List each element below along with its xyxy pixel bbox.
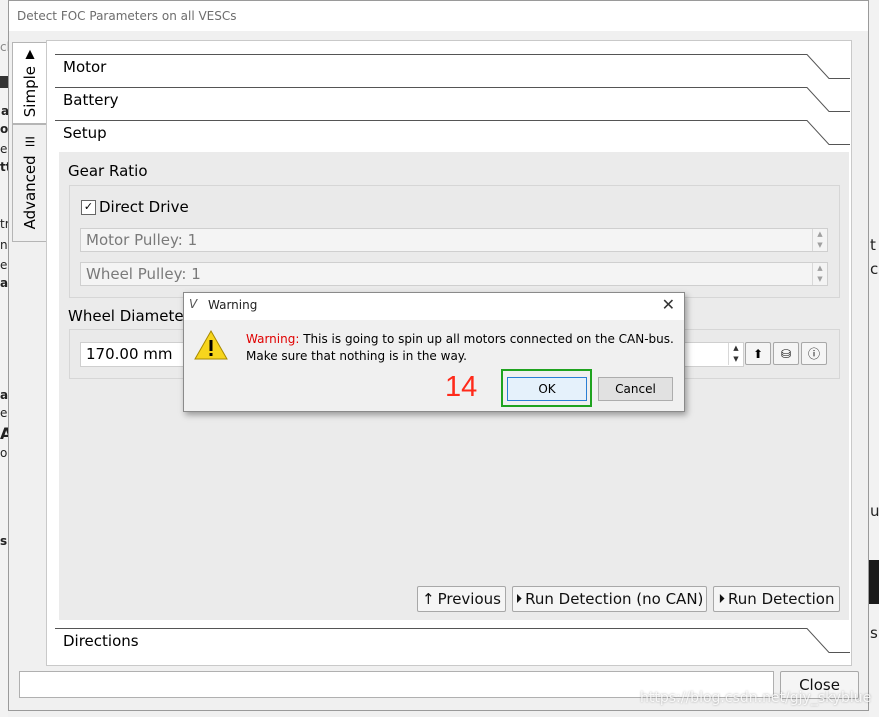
- database-button[interactable]: ⛁: [773, 342, 799, 365]
- cancel-label: Cancel: [615, 382, 656, 396]
- warning-icon: [194, 329, 228, 360]
- section-motor[interactable]: Motor: [55, 54, 850, 87]
- bg-fragment: ut: [870, 502, 879, 520]
- upload-button[interactable]: ⬆: [745, 342, 771, 365]
- previous-button[interactable]: ↑ Previous: [417, 586, 506, 612]
- bg-dark-block: [869, 560, 879, 604]
- title-bar: Detect FOC Parameters on all VESCs: [9, 1, 868, 31]
- tab-advanced-label: Advanced: [20, 155, 39, 230]
- help-icon: ⓘ: [807, 347, 820, 361]
- window-title: Detect FOC Parameters on all VESCs: [17, 9, 237, 23]
- tab-simple[interactable]: Simple ▲: [12, 42, 46, 124]
- section-battery-title: Battery: [63, 91, 119, 109]
- section-directions-title: Directions: [63, 632, 139, 650]
- bg-fragment: t: [870, 236, 876, 254]
- section-battery[interactable]: Battery: [55, 87, 850, 120]
- previous-label: Previous: [437, 590, 501, 608]
- bg-fragment: c: [870, 260, 879, 278]
- bg-fragment: e: [0, 406, 8, 420]
- run-label: Run Detection: [728, 590, 835, 608]
- bg-fragment: e: [0, 142, 8, 156]
- direct-drive-checkbox[interactable]: ✓: [81, 200, 96, 215]
- background-app-left: ck a o e tt tr ai e ni al e A oc s: [0, 40, 14, 680]
- section-setup[interactable]: Setup: [55, 120, 850, 153]
- run-detection-no-can-button[interactable]: ⏵ Run Detection (no CAN): [512, 586, 707, 612]
- bg-fragment: o: [0, 122, 9, 136]
- section-motor-title: Motor: [63, 58, 107, 76]
- section-directions[interactable]: Directions: [55, 628, 850, 661]
- bg-fragment: s: [870, 624, 878, 642]
- direct-drive-label: Direct Drive: [99, 198, 189, 216]
- play-icon: ⏵: [515, 591, 523, 607]
- vesc-logo-icon: 𝘝: [189, 297, 198, 311]
- warning-line-1: This is going to spin up all motors conn…: [303, 332, 674, 346]
- wheel-diameter-value: 170.00 mm: [86, 345, 173, 363]
- warning-line-2: Make sure that nothing is in the way.: [246, 349, 467, 363]
- background-app-right: t c ut s: [869, 230, 879, 650]
- close-icon[interactable]: ✕: [662, 295, 675, 314]
- spin-arrows-icon[interactable]: ▲ ▼: [812, 263, 827, 285]
- motor-pulley-spinbox[interactable]: Motor Pulley: 1 ▲ ▼: [80, 228, 828, 252]
- tab-simple-label: Simple: [20, 66, 39, 118]
- gear-ratio-label: Gear Ratio: [68, 162, 148, 180]
- spin-arrows-icon[interactable]: ▲ ▼: [728, 343, 743, 365]
- motor-pulley-value: Motor Pulley: 1: [86, 231, 198, 249]
- warning-prefix: Warning:: [246, 332, 300, 346]
- wheel-pulley-spinbox[interactable]: Wheel Pulley: 1 ▲ ▼: [80, 262, 828, 286]
- ok-label: OK: [538, 382, 556, 396]
- cancel-button[interactable]: Cancel: [598, 377, 673, 401]
- help-button[interactable]: ⓘ: [801, 342, 827, 365]
- warning-title: Warning: [208, 298, 258, 312]
- sliders-icon: ☰: [24, 134, 35, 149]
- ok-button[interactable]: OK: [507, 377, 587, 401]
- road-icon: ▲: [24, 46, 35, 61]
- warning-title-bar: 𝘝 Warning ✕: [184, 293, 684, 320]
- tab-advanced[interactable]: Advanced ☰: [12, 124, 46, 242]
- spin-arrows-icon[interactable]: ▲ ▼: [812, 229, 827, 251]
- bg-fragment: e: [0, 258, 8, 272]
- database-icon: ⛁: [780, 346, 792, 361]
- play-icon: ⏵: [718, 591, 726, 607]
- watermark: https://blog.csdn.net/gjy_skyblue: [640, 690, 872, 706]
- run-detection-button[interactable]: ⏵ Run Detection: [713, 586, 840, 612]
- upload-icon: ⬆: [752, 346, 764, 361]
- arrow-up-icon: ↑: [422, 590, 435, 608]
- warning-message: Warning: This is going to spin up all mo…: [246, 331, 674, 365]
- wheel-diameter-label: Wheel Diameter: [68, 307, 190, 325]
- warning-dialog: 𝘝 Warning ✕ Warning: This is going to sp…: [183, 292, 685, 412]
- run-no-can-label: Run Detection (no CAN): [525, 590, 704, 608]
- bg-dark-block: [0, 76, 8, 88]
- step-number-annotation: 14: [445, 371, 478, 403]
- section-setup-title: Setup: [63, 124, 107, 142]
- wheel-pulley-value: Wheel Pulley: 1: [86, 265, 201, 283]
- bg-fragment: s: [0, 534, 8, 548]
